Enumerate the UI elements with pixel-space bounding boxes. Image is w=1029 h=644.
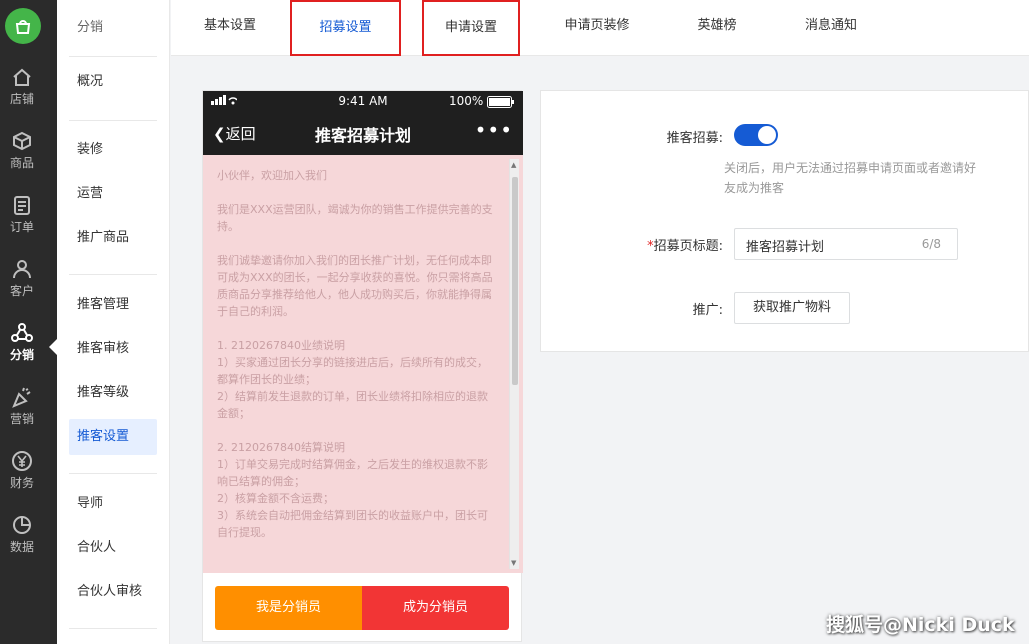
subnav-item-partner[interactable]: 合伙人	[69, 530, 157, 566]
rail-item-label: 财务	[9, 476, 34, 490]
user-icon	[11, 258, 33, 280]
battery-icon	[487, 96, 515, 111]
more-icon[interactable]: •••	[475, 118, 513, 142]
phone-preview: 9:41 AM 100% ❮返回 推客招募计划 ••• 小伙伴，欢迎加入我们 我…	[202, 90, 523, 642]
rail-item-data[interactable]: 数据	[0, 514, 44, 570]
input-value: 推客招募计划	[746, 240, 825, 255]
app: 店铺 商品 订单 客户 分销 营销 财务 数据 分销 概况 装修 运营 推广商品…	[0, 0, 1029, 644]
recruit-hint: 关闭后，用户无法通过招募申请页面或者邀请好友成为推客	[724, 161, 977, 195]
rail-item-label: 订单	[9, 220, 34, 234]
tab-bar: 基本设置 招募设置 申请设置 申请页装修 英雄榜 消息通知	[171, 0, 1029, 56]
get-promo-materials-button[interactable]: 获取推广物料	[734, 292, 850, 324]
divider	[69, 628, 157, 629]
rail-item-marketing[interactable]: 营销	[0, 386, 44, 442]
rail-item-orders[interactable]: 订单	[0, 194, 44, 250]
scroll-up-icon[interactable]: ▲	[511, 161, 516, 169]
scrollbar-thumb[interactable]	[512, 177, 518, 385]
paragraph: 我们诚挚邀请你加入我们的团长推广计划，无任何成本即可成为XXX的团长，一起分享收…	[217, 254, 493, 318]
title-label-text: 招募页标题:	[653, 239, 723, 254]
subnav-item-promoter-management[interactable]: 推客管理	[69, 287, 157, 323]
logo-icon[interactable]	[5, 8, 41, 44]
yen-icon	[11, 450, 33, 472]
paragraph: 小伙伴，欢迎加入我们	[217, 169, 327, 182]
rail-item-label: 商品	[9, 156, 34, 170]
divider	[69, 120, 157, 121]
subnav-title: 分销	[77, 20, 104, 35]
title-field-label: *招募页标题:	[541, 235, 723, 254]
status-bar: 9:41 AM 100%	[203, 91, 523, 113]
icon-rail: 店铺 商品 订单 客户 分销 营销 财务 数据	[0, 0, 57, 644]
recruit-toggle-label: 推客招募:	[666, 131, 723, 146]
subnav-item-promoter-level[interactable]: 推客等级	[69, 375, 157, 411]
promo-label: 推广:	[692, 303, 723, 318]
distribution-icon	[11, 322, 33, 344]
paragraph: 我们是XXX运营团队，竭诚为你的销售工作提供完善的支持。	[217, 203, 493, 233]
party-icon	[11, 386, 33, 408]
sub-navigation: 分销 概况 装修 运营 推广商品 推客管理 推客审核 推客等级 推客设置 导师 …	[57, 0, 170, 644]
paragraph: 2. 2120267840结算说明 1）订单交易完成时结算佣金，之后发生的维权退…	[217, 441, 488, 539]
recruit-title-input[interactable]: 推客招募计划 6/8	[734, 228, 958, 260]
divider	[69, 274, 157, 275]
order-icon	[11, 194, 33, 216]
tab-hero-list[interactable]: 英雄榜	[679, 0, 755, 56]
pie-chart-icon	[11, 514, 33, 536]
rail-item-distribution[interactable]: 分销	[0, 322, 44, 378]
paragraph: 1. 2120267840业绩说明 1）买家通过团长分享的链接进店后，后续所有的…	[217, 339, 488, 420]
rail-item-goods[interactable]: 商品	[0, 130, 44, 186]
scroll-down-icon[interactable]: ▼	[511, 559, 516, 567]
subnav-item-overview[interactable]: 概况	[69, 64, 157, 100]
tab-message-notification[interactable]: 消息通知	[791, 0, 871, 56]
subnav-item-decoration[interactable]: 装修	[69, 132, 157, 168]
battery-text: 100%	[449, 94, 484, 108]
tab-apply-settings[interactable]: 申请设置	[422, 0, 520, 56]
subnav-item-promoter-review[interactable]: 推客审核	[69, 331, 157, 367]
rail-item-label: 营销	[9, 412, 34, 426]
tab-recruit-settings[interactable]: 招募设置	[290, 0, 401, 56]
rail-item-label: 数据	[9, 540, 34, 554]
home-icon	[11, 66, 33, 88]
phone-action-buttons: 我是分销员 成为分销员	[215, 586, 509, 630]
watermark: 搜狐号@Nicki Duck	[826, 614, 1015, 636]
recruit-settings-form: 推客招募: 关闭后，用户无法通过招募申请页面或者邀请好友成为推客 *招募页标题:…	[540, 90, 1029, 352]
i-am-distributor-button[interactable]: 我是分销员	[215, 586, 362, 630]
rail-item-finance[interactable]: 财务	[0, 450, 44, 506]
subnav-item-promoted-goods[interactable]: 推广商品	[69, 220, 157, 256]
rail-item-label: 店铺	[9, 92, 34, 106]
rail-item-store[interactable]: 店铺	[0, 66, 44, 122]
divider	[69, 56, 157, 57]
phone-content: 小伙伴，欢迎加入我们 我们是XXX运营团队，竭诚为你的销售工作提供完善的支持。 …	[203, 155, 523, 573]
tab-basic-settings[interactable]: 基本设置	[185, 0, 275, 56]
char-count: 6/8	[921, 237, 941, 251]
rail-item-customers[interactable]: 客户	[0, 258, 44, 314]
subnav-item-operation[interactable]: 运营	[69, 176, 157, 212]
recruit-toggle[interactable]	[734, 124, 778, 146]
active-indicator	[49, 339, 57, 355]
become-distributor-button[interactable]: 成为分销员	[362, 586, 509, 630]
subnav-item-promoter-settings[interactable]: 推客设置	[69, 419, 157, 455]
rail-item-label: 客户	[9, 284, 34, 298]
cube-icon	[11, 130, 33, 152]
scrollbar[interactable]: ▲ ▼	[509, 159, 519, 569]
rail-item-label: 分销	[9, 348, 34, 362]
tab-apply-page-decoration[interactable]: 申请页装修	[547, 0, 647, 56]
phone-nav-bar: ❮返回 推客招募计划 •••	[203, 113, 523, 155]
subnav-item-mentor[interactable]: 导师	[69, 486, 157, 522]
subnav-item-partner-review[interactable]: 合伙人审核	[69, 574, 157, 610]
recruit-description: 小伙伴，欢迎加入我们 我们是XXX运营团队，竭诚为你的销售工作提供完善的支持。 …	[217, 167, 497, 558]
divider	[69, 473, 157, 474]
toggle-knob	[758, 126, 776, 144]
